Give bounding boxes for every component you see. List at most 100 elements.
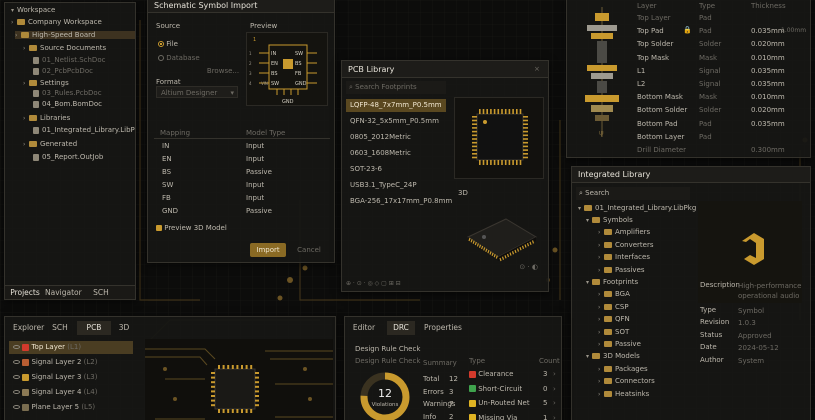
workspace-item[interactable]: 04_Bom.BomDoc [33, 100, 102, 108]
layer-name[interactable]: Drill Diameter [637, 146, 686, 154]
mapping-type[interactable]: Input [246, 155, 264, 163]
footprint-item[interactable]: USB3.1_TypeC_24P [346, 179, 446, 192]
workspace-item[interactable]: › Generated [23, 140, 77, 148]
library-tree-item[interactable]: › Amplifiers [598, 228, 650, 236]
mapping-type[interactable]: Passive [246, 207, 272, 215]
workspace-item[interactable]: 02_PcbPcbDoc [33, 67, 93, 75]
explorer-layer-row[interactable]: Plane Layer 5 (L5) [9, 401, 133, 414]
tab-drc[interactable]: DRC [387, 321, 415, 335]
violation-type-row[interactable]: Short-Circuit [469, 385, 522, 393]
library-tree-item[interactable]: › Passives [598, 266, 645, 274]
workspace-item[interactable]: 01_Integrated_Library.LibPkg [33, 126, 135, 134]
chevron-right-icon[interactable]: › [553, 370, 556, 378]
layer-thickness: 0.010mm [751, 93, 785, 102]
library-tree-item[interactable]: › Converters [598, 241, 654, 249]
footprint-item[interactable]: LQFP-48_7x7mm_P0.5mm [346, 99, 446, 112]
eye-icon[interactable] [13, 375, 20, 379]
footprint-item[interactable]: 0603_1608Metric [346, 147, 446, 160]
layer-name[interactable]: Top Layer [637, 14, 671, 22]
library-tree-item[interactable]: ▾ Footprints [586, 278, 638, 286]
tab-editor[interactable]: Editor [351, 321, 377, 335]
library-tree-item[interactable]: › Interfaces [598, 253, 650, 261]
format-select[interactable]: Altium Designer ▾ [156, 86, 238, 98]
cancel-button[interactable]: Cancel [292, 243, 326, 257]
import-button[interactable]: Import [250, 243, 286, 257]
layer-name[interactable]: Bottom Layer [637, 133, 684, 141]
library-tree-item[interactable]: › Heatsinks [598, 390, 649, 398]
workspace-item[interactable]: › Company Workspace [11, 18, 102, 26]
radio-file[interactable]: File [158, 40, 178, 48]
footprint-3d-view[interactable]: ⊙ · ◐ [454, 185, 544, 275]
explorer-layer-row[interactable]: Signal Layer 2 (L2) [9, 356, 133, 369]
footprint-item[interactable]: 0805_2012Metric [346, 131, 446, 144]
layer-name[interactable]: Bottom Pad [637, 120, 678, 128]
layer-name[interactable]: Top Solder [637, 40, 673, 48]
layer-color-swatch [22, 343, 30, 351]
chevron-right-icon[interactable]: › [553, 399, 556, 407]
pcb-board-view[interactable] [145, 339, 333, 420]
mapping-type[interactable]: Input [246, 194, 264, 202]
library-tree-label: Interfaces [615, 253, 650, 262]
tab-sch-filter[interactable]: SCH Filter [83, 286, 119, 299]
tab-properties[interactable]: Properties [423, 321, 463, 335]
tab-sch[interactable]: SCH [49, 321, 71, 335]
violation-type-row[interactable]: Clearance [469, 370, 513, 378]
preview-3d-checkbox[interactable]: Preview 3D Model [156, 224, 227, 232]
library-tree-item[interactable]: ▾ Symbols [586, 216, 633, 224]
eye-icon[interactable] [13, 405, 20, 409]
layer-color-swatch [22, 403, 30, 411]
library-tree-item[interactable]: › SOT [598, 328, 629, 336]
workspace-item[interactable]: › Source Documents [23, 44, 106, 52]
tab-explorer[interactable]: Explorer [13, 321, 44, 335]
mapping-type[interactable]: Passive [246, 168, 272, 176]
library-search[interactable]: ⌕ Search [576, 187, 690, 200]
close-icon[interactable]: × [534, 65, 540, 73]
explorer-layer-row[interactable]: Signal Layer 3 (L3) [9, 371, 133, 384]
violation-type-row[interactable]: Missing Via [469, 414, 517, 420]
mapping-type[interactable]: Input [246, 142, 264, 150]
library-tree-item[interactable]: ▾ 3D Models [586, 352, 640, 360]
workspace-item[interactable]: › High-Speed Board [15, 31, 135, 39]
workspace-item[interactable]: › Libraries [23, 114, 70, 122]
library-tree-item[interactable]: › BGA [598, 290, 630, 298]
tab-3d[interactable]: 3D [115, 321, 133, 335]
layer-name[interactable]: Bottom Mask [637, 93, 683, 101]
lock-icon[interactable]: 🔒 [683, 26, 692, 34]
footprint-item[interactable]: BGA-256_17x17mm_P0.8mm [346, 195, 452, 208]
eye-icon[interactable] [13, 345, 20, 349]
radio-database[interactable]: Database [158, 54, 200, 62]
chevron-right-icon[interactable]: › [553, 385, 556, 393]
violation-type-row[interactable]: Un-Routed Net [469, 399, 530, 407]
workspace-item[interactable]: › Settings [23, 79, 69, 87]
footprint-item[interactable]: SOT-23-6 [346, 163, 446, 176]
footprint-search[interactable]: ⌕ Search Footprints [346, 81, 446, 94]
layer-name[interactable]: Top Mask [637, 54, 669, 62]
library-tree-item[interactable]: › CSP [598, 303, 629, 311]
tab-pcb[interactable]: PCB [77, 321, 111, 335]
layer-name[interactable]: L2 [637, 80, 645, 88]
library-tree-item[interactable]: › QFN [598, 315, 630, 323]
library-tree-item[interactable]: › Packages [598, 365, 648, 373]
browse-button[interactable]: Browse... [206, 66, 240, 76]
layer-name[interactable]: Top Pad [637, 27, 664, 35]
footprint-item[interactable]: QFN-32_5x5mm_P0.5mm [346, 115, 446, 128]
explorer-layer-row[interactable]: Signal Layer 4 (L4) [9, 386, 133, 399]
mapping-type[interactable]: Input [246, 181, 264, 189]
explorer-layer-row[interactable]: Top Layer (L1) [9, 341, 133, 354]
library-tree-item[interactable]: › Connectors [598, 377, 655, 385]
view-controls-icon[interactable]: ⊙ · ◐ [519, 263, 538, 271]
workspace-item[interactable]: 03_Rules.PcbDoc [33, 89, 102, 97]
workspace-item[interactable]: 01_Netlist.SchDoc [33, 56, 105, 64]
toolbar-icons[interactable]: ⊕ · ⊙ · ◎ ◇ ▢ ⊞ ⊟ [346, 280, 401, 287]
tab-projects[interactable]: Projects [9, 286, 41, 299]
workspace-item[interactable]: ▾ Workspace [11, 6, 55, 14]
eye-icon[interactable] [13, 390, 20, 394]
library-tree-item[interactable]: › Passive [598, 340, 641, 348]
workspace-item[interactable]: 05_Report.OutJob [33, 153, 103, 161]
layer-name[interactable]: L1 [637, 67, 645, 75]
eye-icon[interactable] [13, 360, 20, 364]
chevron-right-icon[interactable]: › [553, 414, 556, 420]
tab-navigator[interactable]: Navigator [45, 286, 82, 299]
layer-name[interactable]: Bottom Solder [637, 106, 687, 114]
tree-root[interactable]: ▾ 01_Integrated_Library.LibPkg [578, 204, 696, 212]
